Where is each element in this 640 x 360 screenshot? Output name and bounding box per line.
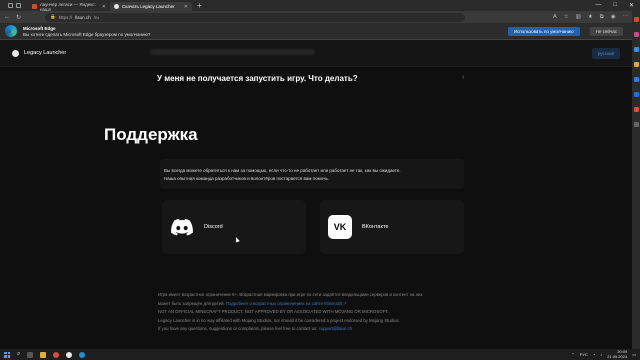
not-now-button[interactable]: Не сейчас [589,26,623,36]
blurred-header-nav [150,49,315,55]
age-restrictions-link[interactable]: Подробнее о возрастных ограничениях на с… [226,301,347,306]
chrome-icon[interactable] [66,351,73,358]
footer-age-notice: Игра имеет возрастное ограничение 6+. Во… [158,292,423,297]
support-info-line: Наша опытная команда разработчиков и вол… [164,176,330,181]
favorite-star-icon[interactable]: ☆ [564,14,569,21]
footer-text: может быть запрещён для детей. [158,300,225,306]
tab-close-icon[interactable]: ✕ [102,4,106,10]
discord-label: Discord [204,224,223,230]
add-sidebar-icon[interactable] [633,122,639,127]
set-default-button[interactable]: Использовать по умолчанию [507,26,580,36]
default-browser-notification: Microsoft Edge Вы хотите сделать Microso… [0,23,632,40]
vk-card[interactable]: VK ВКонтакте [320,200,464,254]
vk-icon: VK [328,215,352,239]
tab-title: Скачать Legacy Launcher [122,4,175,9]
language-button[interactable]: русский [591,47,620,59]
vk-label: ВКонтакте [362,224,389,230]
footer-affiliation: Legacy Launcher is in no way affiliated … [158,317,400,323]
maximize-button[interactable]: □ [613,2,617,9]
footer-age-notice-2: может быть запрещён для детей. Подробнее… [158,300,478,309]
read-aloud-icon[interactable]: A [553,14,557,21]
browser-tab-bar: лаунчер легаси — Яндекс: нашл ✕ Скачать … [0,0,640,12]
windows-start-icon[interactable] [4,351,10,358]
footer-contact-text: If you have any questions, suggestions o… [158,326,318,332]
file-explorer-icon[interactable] [40,351,47,358]
url-field[interactable]: 🔒 https://llaun.ch/ru [45,12,466,22]
address-bar-row: ← ↻ 🔒 https://llaun.ch/ru A ☆ ▥ ★ ⧉ ◉ ⋯ [0,11,632,23]
clock-date: 21.05.2024 [607,353,628,359]
search-sidebar-icon[interactable] [633,17,639,22]
site-header: Legacy Launcher русский [0,40,632,67]
footer-contact: If you have any questions, suggestions o… [158,325,478,334]
lock-icon: 🔒 [50,14,56,19]
minimize-button[interactable]: — [595,2,601,9]
discord-card[interactable]: Discord [162,200,306,254]
shopping-icon[interactable] [633,32,639,37]
network-icon[interactable]: ◔ [593,352,595,357]
search-icon[interactable]: ⌕ [17,351,20,358]
back-icon[interactable]: ← [4,14,10,20]
games-icon[interactable] [633,62,639,67]
faq-question[interactable]: У меня не получается запустить игру. Что… [157,74,358,83]
support-email-link[interactable]: support@llaun.ch [319,326,353,331]
chevron-left-icon[interactable]: ‹ [462,74,464,81]
language-indicator[interactable]: РУС [580,352,588,357]
notification-message: Вы хотите сделать Microsoft Edge браузер… [23,31,151,37]
tab-list-icon[interactable] [15,3,21,8]
yandex-favicon-icon [32,4,37,9]
close-window-button[interactable]: ✕ [629,2,634,9]
outlook-icon[interactable] [633,92,639,97]
collections-icon[interactable]: ⧉ [600,14,604,21]
office-icon[interactable] [633,77,639,82]
footer-disclaimer: NOT AN OFFICIAL MINECRAFT PRODUCT. NOT A… [158,309,389,315]
tab-close-icon[interactable]: ✕ [184,4,188,10]
clock[interactable]: 20:09 21.05.2024 [607,349,628,359]
support-info-line: Вы всегда можете обратиться к нам за пом… [164,168,401,173]
toolbar-icons: A ☆ ▥ ★ ⧉ ◉ ⋯ [553,14,628,21]
profile-icon[interactable]: ◉ [611,14,616,21]
edge-sidebar [632,11,640,349]
system-tray: ⌃ РУС ◔ ♪ 20:09 21.05.2024 ▭ [571,349,636,359]
url-path: /ru [93,14,99,20]
url-prefix: https:// [58,14,73,20]
refresh-icon[interactable]: ↻ [16,14,21,21]
url-host: llaun.ch [75,14,91,20]
site-brand[interactable]: Legacy Launcher [24,50,66,56]
more-icon[interactable]: ⋯ [623,14,629,21]
window-controls: — □ ✕ [595,2,640,9]
volume-icon[interactable]: ♪ [600,352,602,357]
workspaces-icon[interactable] [7,3,13,8]
site-footer: Игра имеет возрастное ограничение 6+. Во… [158,291,478,334]
drop-icon[interactable] [633,107,639,112]
legacy-launcher-logo-icon[interactable] [12,49,19,57]
edge-logo-icon [5,25,17,37]
tab-title: лаунчер легаси — Яндекс: нашл [40,1,96,12]
browser-tab-active[interactable]: Скачать Legacy Launcher ✕ [110,2,192,11]
notifications-icon[interactable]: ▭ [632,352,636,357]
windows-taskbar: ⌕ ⌃ РУС ◔ ♪ 20:09 21.05.2024 ▭ [0,349,640,360]
yandex-browser-icon[interactable] [53,351,60,358]
browser-tab[interactable]: лаунчер легаси — Яндекс: нашл ✕ [28,1,110,12]
notification-title: Microsoft Edge [23,25,56,31]
tab-actions[interactable] [0,0,28,11]
tray-chevron-icon[interactable]: ⌃ [571,352,574,357]
task-view-icon[interactable] [27,351,34,358]
tools-icon[interactable] [633,47,639,52]
favorites-icon[interactable]: ★ [588,14,593,21]
support-info-box: Вы всегда можете обратиться к нам за пом… [160,159,464,189]
legacy-launcher-favicon-icon [114,4,119,9]
web-page: Legacy Launcher русский У меня не получа… [0,40,632,349]
support-heading: Поддержка [104,125,198,144]
edge-taskbar-icon[interactable] [79,351,86,358]
split-screen-icon[interactable]: ▥ [576,14,581,21]
new-tab-button[interactable]: + [192,1,207,10]
discord-icon [170,215,194,239]
